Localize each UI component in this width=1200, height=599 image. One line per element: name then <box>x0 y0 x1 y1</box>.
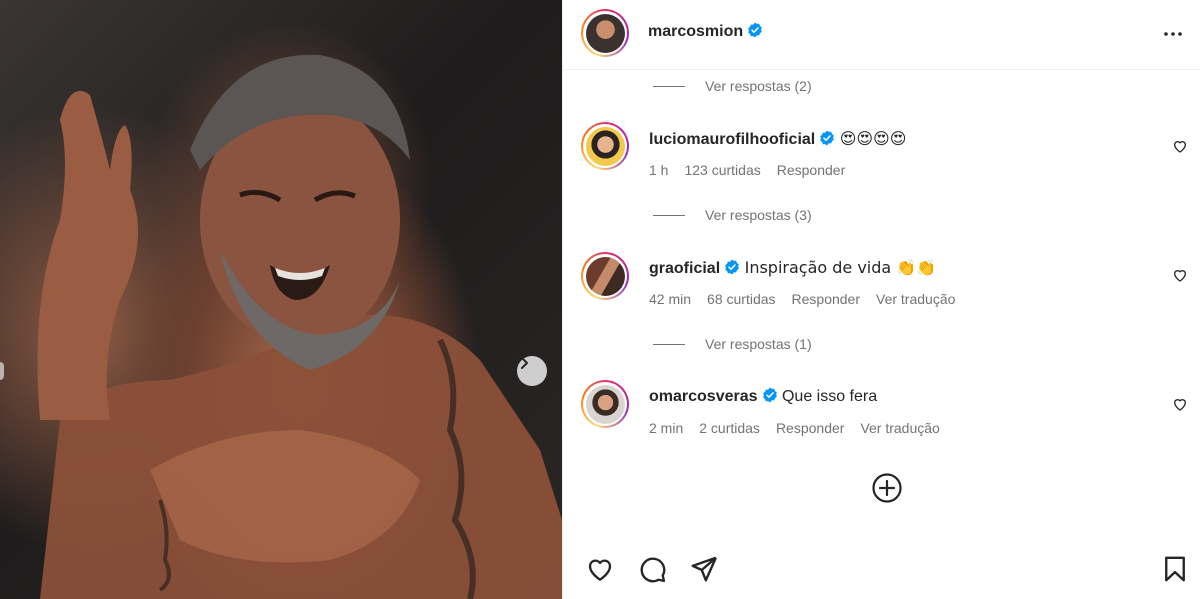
comment-body: graoficial Inspiração de vida 👏👏 <box>649 258 936 278</box>
commenter-avatar[interactable] <box>581 380 629 428</box>
verified-badge-icon <box>820 130 835 146</box>
comment-meta: 42 min 68 curtidas Responder Ver traduçã… <box>649 291 955 307</box>
post-header: marcosmion <box>563 0 1200 70</box>
comment-likes-link[interactable]: 2 curtidas <box>699 420 760 436</box>
share-button[interactable] <box>689 554 719 589</box>
comment-meta: 1 h 123 curtidas Responder <box>649 162 845 178</box>
view-replies-button[interactable]: Ver respostas (2) <box>653 78 812 94</box>
heart-icon <box>1174 399 1186 411</box>
commenter-avatar[interactable] <box>581 122 629 170</box>
like-comment-button[interactable] <box>1172 138 1188 159</box>
heart-icon <box>1174 270 1186 282</box>
post-details-panel: marcosmion Ver respostas (2) luciomaurof… <box>562 0 1200 599</box>
comment-body: luciomaurofilhooficial 😍😍😍😍 <box>649 129 906 149</box>
comment-meta: 2 min 2 curtidas Responder Ver tradução <box>649 420 940 436</box>
reply-button[interactable]: Responder <box>777 162 846 178</box>
comment-text: Que isso fera <box>781 388 878 405</box>
paper-plane-icon <box>691 556 717 582</box>
post-action-bar <box>563 554 1200 594</box>
verified-badge-icon <box>762 387 777 403</box>
comment-body: omarcosveras Que isso fera <box>649 387 877 406</box>
view-replies-label: Ver respostas (2) <box>705 78 812 94</box>
replies-divider <box>653 343 685 345</box>
like-post-button[interactable] <box>585 554 615 589</box>
commenter-avatar[interactable] <box>581 252 629 300</box>
more-horizontal-icon <box>1164 32 1182 36</box>
more-options-button[interactable] <box>1161 22 1185 51</box>
view-replies-label: Ver respostas (3) <box>705 207 812 223</box>
commenter-username[interactable]: luciomaurofilhooficial <box>649 131 815 148</box>
view-replies-button[interactable]: Ver respostas (3) <box>653 207 812 223</box>
author-username-text: marcosmion <box>648 23 744 40</box>
load-more-comments-button[interactable] <box>871 472 903 509</box>
translate-button[interactable]: Ver tradução <box>876 291 955 307</box>
replies-divider <box>653 85 685 87</box>
replies-divider <box>653 214 685 216</box>
carousel-prev-button[interactable] <box>0 362 4 380</box>
like-comment-button[interactable] <box>1172 267 1188 288</box>
reply-button[interactable]: Responder <box>776 420 845 436</box>
post-photo <box>0 0 562 599</box>
comment-bubble-icon <box>640 557 666 583</box>
carousel-next-button[interactable] <box>517 356 547 386</box>
comment-likes-link[interactable]: 123 curtidas <box>684 162 760 178</box>
like-comment-button[interactable] <box>1172 396 1188 417</box>
comment-time: 2 min <box>649 420 684 436</box>
photo-illustration <box>37 54 562 599</box>
comment-button[interactable] <box>637 554 667 589</box>
plus-circle-icon <box>872 473 902 503</box>
verified-badge-icon <box>725 259 739 275</box>
verified-badge-icon <box>748 22 762 38</box>
chevron-right-icon <box>521 357 528 369</box>
comment-likes-link[interactable]: 68 curtidas <box>707 291 775 307</box>
heart-icon <box>588 559 612 581</box>
author-avatar[interactable] <box>581 9 629 57</box>
comment-time: 1 h <box>649 162 669 178</box>
translate-button[interactable]: Ver tradução <box>860 420 939 436</box>
view-replies-button[interactable]: Ver respostas (1) <box>653 336 812 352</box>
commenter-username[interactable]: omarcosveras <box>649 388 758 405</box>
bookmark-icon <box>1165 556 1185 582</box>
save-button[interactable] <box>1160 554 1190 589</box>
reply-button[interactable]: Responder <box>792 291 861 307</box>
author-username[interactable]: marcosmion <box>648 22 763 41</box>
comment-time: 42 min <box>649 291 692 307</box>
view-replies-label: Ver respostas (1) <box>705 336 812 352</box>
commenter-username[interactable]: graoficial <box>649 260 720 277</box>
comment-text: Inspiração de vida 👏👏 <box>744 258 937 277</box>
heart-icon <box>1174 141 1186 153</box>
comment-text: 😍😍😍😍 <box>839 129 907 148</box>
